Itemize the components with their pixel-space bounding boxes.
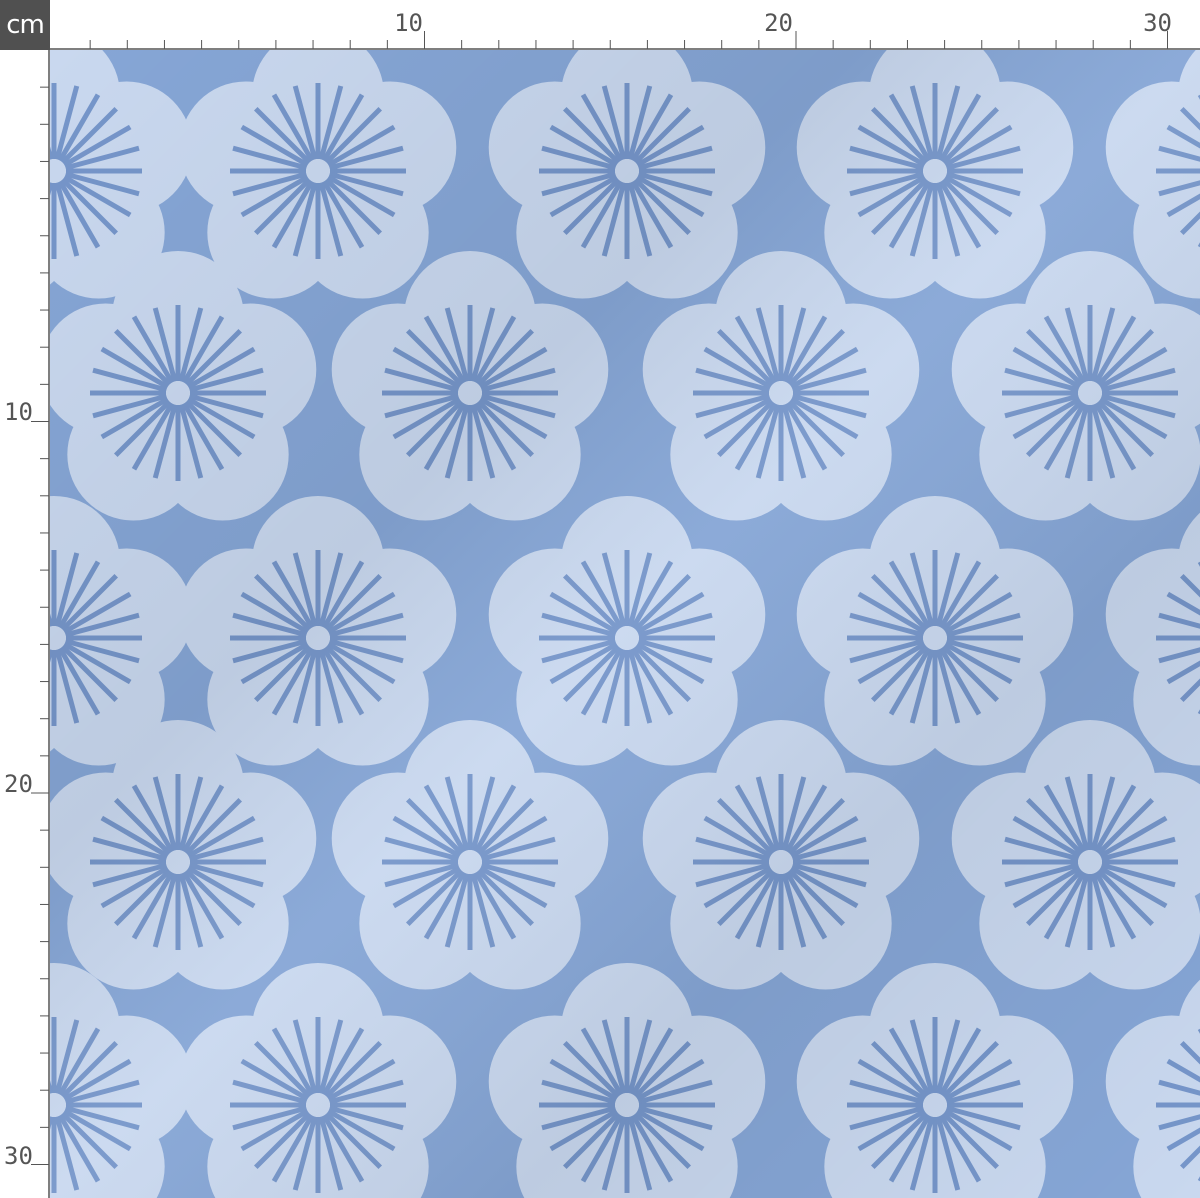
unit-label-box: cm — [0, 0, 50, 50]
ruler-left-label-10: 10 — [4, 398, 33, 426]
ruler-left-label-20: 20 — [4, 770, 33, 798]
fabric-preview: cm 10 20 30 10 20 30 — [0, 0, 1200, 1198]
unit-label: cm — [6, 10, 45, 40]
vertical-ruler: 10 20 30 — [4, 50, 50, 1198]
ruler-top-label-20: 20 — [764, 9, 793, 37]
fabric-swatch — [50, 50, 1200, 1198]
horizontal-ruler: 10 20 30 — [50, 9, 1200, 50]
ruler-left-label-30: 30 — [4, 1142, 33, 1170]
ruler-top-label-30: 30 — [1143, 9, 1172, 37]
ruler-top-label-10: 10 — [394, 9, 423, 37]
